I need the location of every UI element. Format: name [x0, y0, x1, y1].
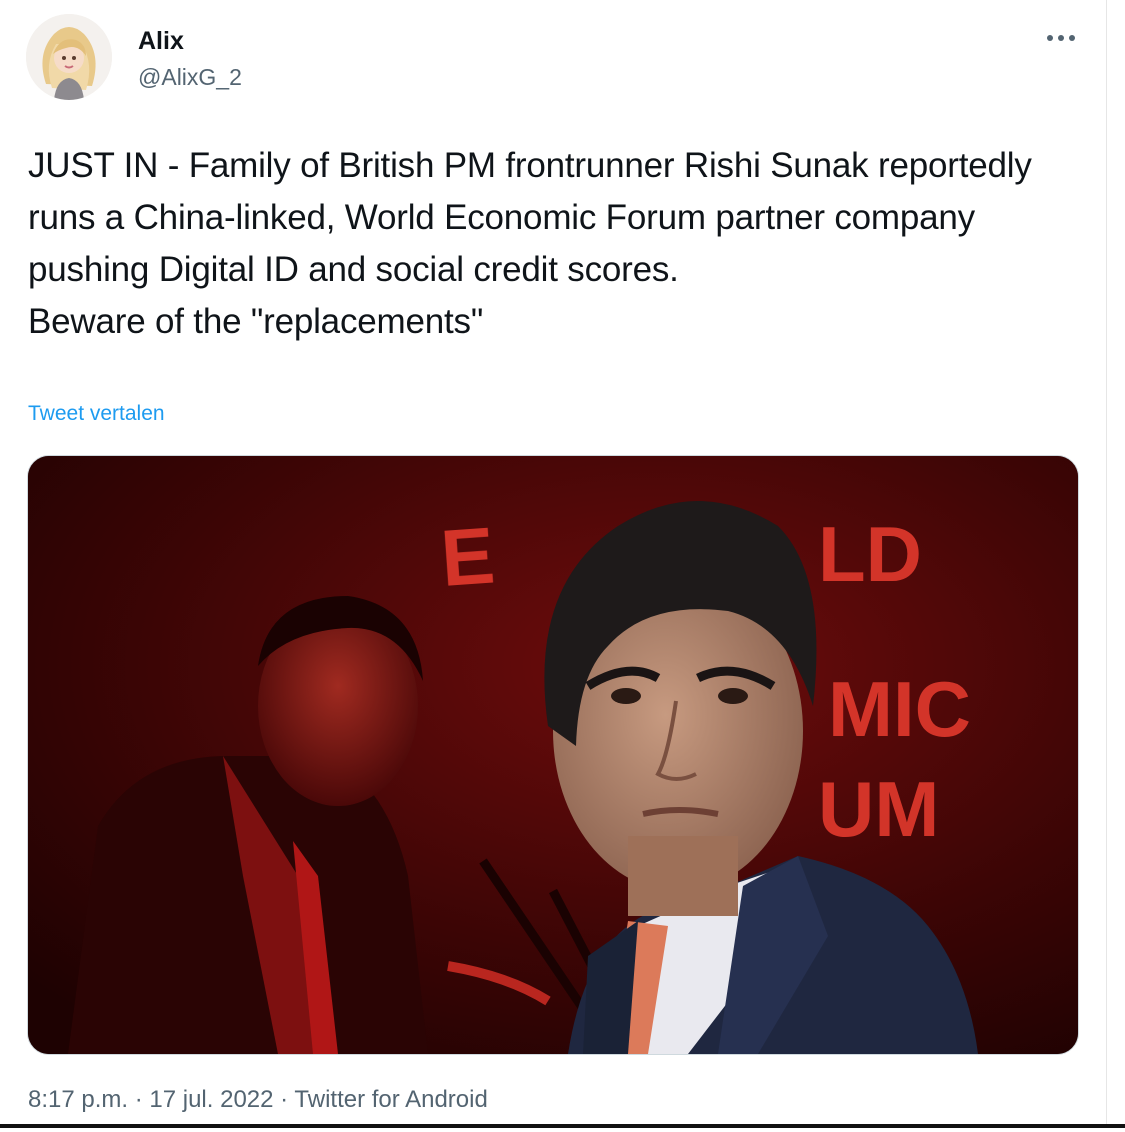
tweet-text: JUST IN - Family of British PM frontrunn…: [28, 146, 1032, 341]
tweet-image[interactable]: E LD MIC UM: [27, 455, 1079, 1055]
meta-separator: ·: [128, 1086, 150, 1113]
tweet-time[interactable]: 8:17 p.m.: [28, 1086, 128, 1113]
svg-text:E: E: [438, 510, 497, 603]
avatar-icon: [26, 14, 112, 100]
tweet-meta: 8:17 p.m. · 17 jul. 2022 · Twitter for A…: [28, 1086, 488, 1114]
svg-text:MIC: MIC: [828, 665, 971, 753]
tweet-source: Twitter for Android: [294, 1086, 488, 1113]
meta-separator: ·: [273, 1086, 295, 1113]
display-name[interactable]: Alix: [138, 27, 184, 56]
tweet-date[interactable]: 17 jul. 2022: [149, 1086, 273, 1113]
more-options-button[interactable]: [1041, 22, 1081, 54]
more-horizontal-icon: [1047, 35, 1075, 41]
card-edge: [1106, 0, 1107, 1124]
media-photo: E LD MIC UM: [28, 456, 1078, 1054]
translate-tweet-link[interactable]: Tweet vertalen: [28, 402, 165, 426]
svg-text:LD: LD: [818, 510, 922, 598]
svg-text:UM: UM: [818, 765, 939, 853]
avatar[interactable]: [26, 14, 112, 100]
user-handle[interactable]: @AlixG_2: [138, 64, 242, 91]
bottom-divider: [0, 1124, 1125, 1128]
